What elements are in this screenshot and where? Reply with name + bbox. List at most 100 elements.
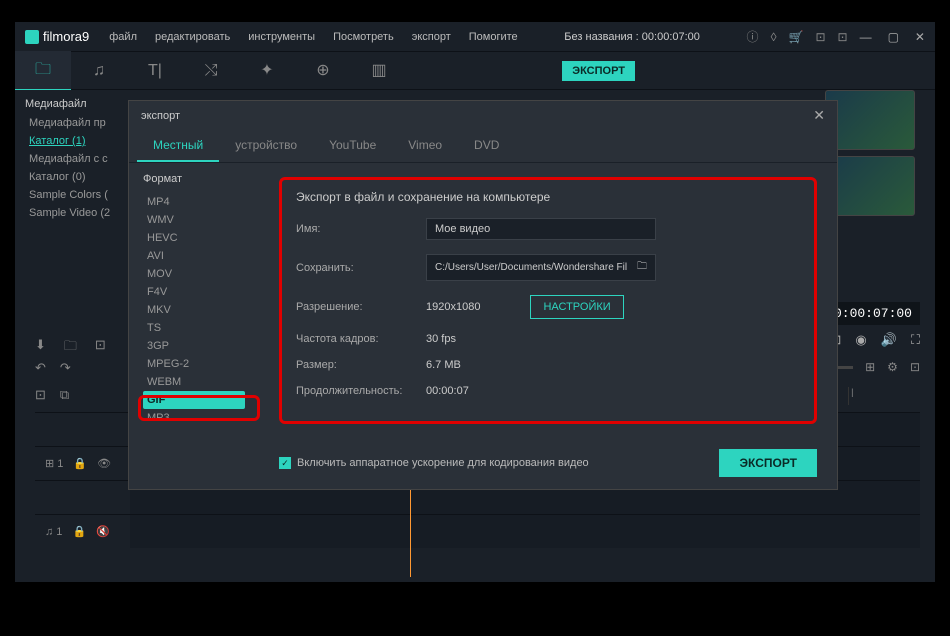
menu-help[interactable]: Помогите <box>469 31 518 43</box>
track-label: ♫ 1 <box>45 526 62 538</box>
folder-icon[interactable]: 🗀 <box>637 259 647 276</box>
track-header: ♫ 1 🔒 🔇 <box>35 525 130 538</box>
bell-icon[interactable]: ⊡ <box>815 30 825 44</box>
window-controls: — ▢ ✕ <box>860 30 925 44</box>
format-mpeg2[interactable]: MPEG-2 <box>143 355 245 373</box>
tab-device[interactable]: устройство <box>219 130 313 162</box>
cog-icon[interactable]: ⚙ <box>887 360 898 374</box>
lock-icon[interactable]: 🔒 <box>72 525 86 538</box>
fps-value: 30 fps <box>426 333 456 345</box>
menu-edit[interactable]: редактировать <box>155 31 230 43</box>
fullscreen-icon[interactable]: ⛶ <box>911 332 920 348</box>
format-webm[interactable]: WEBM <box>143 373 245 391</box>
mute-icon[interactable]: 🔇 <box>96 525 110 538</box>
maximize-icon[interactable]: ▢ <box>888 30 899 44</box>
link-icon[interactable]: ⊡ <box>35 387 46 403</box>
menu-export[interactable]: экспорт <box>412 31 451 43</box>
settings-panel: Экспорт в файл и сохранение на компьютер… <box>259 163 837 473</box>
format-mkv[interactable]: MKV <box>143 301 245 319</box>
tab-effects[interactable]: ✦ <box>239 52 295 90</box>
menu-view[interactable]: Посмотреть <box>333 31 394 43</box>
export-dialog: экспорт ✕ Местный устройство YouTube Vim… <box>128 100 838 490</box>
preview-area <box>825 90 925 270</box>
export-button-top[interactable]: ЭКСПОРТ <box>562 61 635 81</box>
menu-tools[interactable]: инструменты <box>248 31 315 43</box>
tab-media[interactable]: 🗀 <box>15 51 71 91</box>
tab-youtube[interactable]: YouTube <box>313 130 392 162</box>
format-gif[interactable]: GIF <box>143 391 245 409</box>
panel-title: Экспорт в файл и сохранение на компьютер… <box>296 190 800 204</box>
format-3gp[interactable]: 3GP <box>143 337 245 355</box>
resolution-label: Разрешение: <box>296 301 426 313</box>
sidebar-item-active[interactable]: Каталог (1) <box>15 132 127 150</box>
folder-icon[interactable]: 🗀 <box>64 337 77 359</box>
format-f4v[interactable]: F4V <box>143 283 245 301</box>
lock-icon[interactable]: 🔒 <box>73 457 87 470</box>
info-icon[interactable]: ⓘ <box>747 28 759 45</box>
settings-button[interactable]: НАСТРОЙКИ <box>530 295 623 319</box>
import-icon[interactable]: ⬇ <box>35 337 46 359</box>
format-avi[interactable]: AVI <box>143 247 245 265</box>
timeline-edit-controls: ↶ ↷ <box>35 360 71 376</box>
ruler-mark: | <box>848 387 920 405</box>
dialog-title: экспорт <box>141 110 180 122</box>
project-title: Без названия : 00:00:07:00 <box>564 31 700 43</box>
format-mp3[interactable]: MP3 <box>143 409 245 427</box>
hardware-accel-checkbox[interactable]: ✓ Включить аппаратное ускорение для коди… <box>279 457 589 469</box>
menu-file[interactable]: файл <box>109 31 137 43</box>
zoom-fit-icon[interactable]: ⊞ <box>865 360 875 374</box>
minimize-icon[interactable]: — <box>860 30 872 44</box>
size-label: Размер: <box>296 359 426 371</box>
volume-icon[interactable]: 🔊 <box>881 332 897 348</box>
chain-icon[interactable]: ⧉ <box>60 387 69 403</box>
format-mp4[interactable]: MP4 <box>143 193 245 211</box>
format-hevc[interactable]: HEVC <box>143 229 245 247</box>
close-icon[interactable]: ✕ <box>915 30 925 44</box>
preview-thumb[interactable] <box>825 90 915 150</box>
sidebar-item[interactable]: Каталог (0) <box>15 168 127 186</box>
name-input[interactable] <box>426 218 656 240</box>
size-value: 6.7 MB <box>426 359 461 371</box>
tab-dvd[interactable]: DVD <box>458 130 515 162</box>
user-icon[interactable]: ◊ <box>771 30 777 44</box>
format-wmv[interactable]: WMV <box>143 211 245 229</box>
camera-icon[interactable]: ◉ <box>855 332 866 348</box>
checkbox-label: Включить аппаратное ускорение для кодиро… <box>297 457 589 469</box>
format-mov[interactable]: MOV <box>143 265 245 283</box>
tab-titles[interactable]: T| <box>127 52 183 90</box>
tab-vimeo[interactable]: Vimeo <box>392 130 458 162</box>
media-sidebar: Медиафайл Медиафайл пр Каталог (1) Медиа… <box>15 90 127 370</box>
save-path-value: C:/Users/User/Documents/Wondershare Fil <box>435 262 627 273</box>
preview-thumb[interactable] <box>825 156 915 216</box>
track-content[interactable] <box>130 515 920 548</box>
sidebar-item[interactable]: Медиафайл пр <box>15 114 127 132</box>
close-icon[interactable]: ✕ <box>813 107 825 124</box>
sidebar-item[interactable]: Sample Video (2 <box>15 204 127 222</box>
settings-icon[interactable]: ⊡ <box>838 30 848 44</box>
duration-value: 00:00:07 <box>426 385 469 397</box>
highlight-annotation: Экспорт в файл и сохранение на компьютер… <box>279 177 817 424</box>
undo-icon[interactable]: ↶ <box>35 360 46 376</box>
tab-audio[interactable]: ♫ <box>71 52 127 90</box>
tab-elements[interactable]: ⊕ <box>295 52 351 90</box>
tab-split[interactable]: ▥ <box>351 52 407 90</box>
cart-icon[interactable]: 🛒 <box>789 30 804 44</box>
eye-icon[interactable]: 👁 <box>97 457 111 470</box>
format-ts[interactable]: TS <box>143 319 245 337</box>
fps-label: Частота кадров: <box>296 333 426 345</box>
dialog-tabs: Местный устройство YouTube Vimeo DVD <box>129 130 837 163</box>
sidebar-section: Медиафайл <box>15 94 127 114</box>
record-icon[interactable]: ⊡ <box>95 337 106 359</box>
category-toolbar: 🗀 ♫ T| ⤭ ✦ ⊕ ▥ ЭКСПОРТ <box>15 52 935 90</box>
name-label: Имя: <box>296 223 426 235</box>
sidebar-item[interactable]: Медиафайл с с <box>15 150 127 168</box>
tab-transitions[interactable]: ⤭ <box>183 52 239 90</box>
grid-icon[interactable]: ⊡ <box>910 360 920 374</box>
save-path-input[interactable]: C:/Users/User/Documents/Wondershare Fil … <box>426 254 656 281</box>
export-button[interactable]: ЭКСПОРТ <box>719 449 817 477</box>
app-name: filmora9 <box>43 29 89 44</box>
tab-local[interactable]: Местный <box>137 130 219 162</box>
sidebar-item[interactable]: Sample Colors ( <box>15 186 127 204</box>
redo-icon[interactable]: ↷ <box>60 360 71 376</box>
track-toolbar: ⊡ ⧉ <box>35 387 69 403</box>
